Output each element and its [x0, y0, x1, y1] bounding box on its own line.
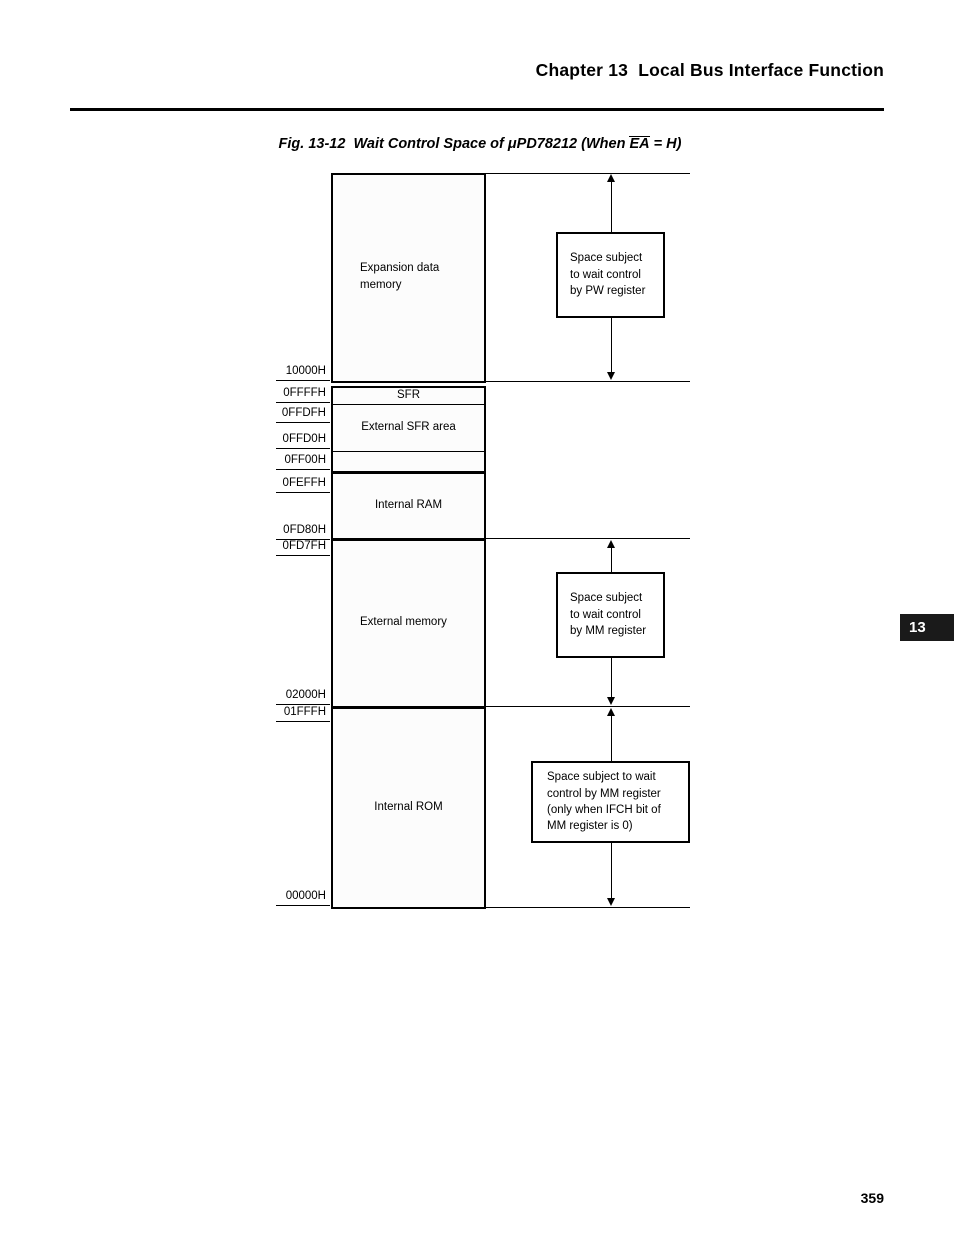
wait-arrow-head-down-1 [607, 697, 616, 705]
address-tick-0 [276, 380, 330, 381]
address-tick-7 [276, 555, 330, 556]
memory-block-5: External memory [333, 539, 484, 706]
memory-block-label-1: SFR [397, 388, 420, 401]
address-tick-4 [276, 469, 330, 470]
address-tick-3 [276, 448, 330, 449]
annotation-boundary-rule-0 [484, 173, 690, 174]
block-group-top-border-3 [330, 539, 487, 542]
page-number: 359 [860, 1190, 884, 1206]
memory-block-label-6: Internal ROM [374, 800, 443, 813]
block-group-bottom-border-0 [330, 381, 487, 384]
block-group-right-border-1 [484, 386, 487, 471]
address-label-2: 0FFDFH [281, 407, 326, 419]
block-group-top-border-0 [330, 173, 487, 176]
memory-block-1: SFR [333, 386, 484, 404]
memory-block-label-2: External SFR area [361, 421, 456, 434]
address-label-6: 0FD80H [283, 524, 326, 536]
block-group-left-border-3 [330, 539, 333, 706]
block-group-left-border-2 [330, 472, 333, 538]
block-group-right-border-2 [484, 472, 487, 538]
memory-block-0: Expansion data memory [333, 173, 484, 381]
address-label-1: 0FFFFH [283, 387, 326, 399]
address-label-8: 02000H [285, 689, 326, 701]
block-group-bottom-border-4 [330, 907, 487, 910]
wait-arrow-head-down-2 [607, 898, 616, 906]
memory-block-label-5: External memory [360, 616, 447, 629]
chapter-tab-label: 13 [909, 619, 926, 636]
wait-annotation-box-2: Space subject to wait control by MM regi… [531, 761, 690, 843]
address-tick-5 [276, 492, 330, 493]
address-label-10: 00000H [285, 890, 326, 902]
address-label-4: 0FF00H [284, 454, 326, 466]
address-label-0: 10000H [285, 365, 326, 377]
address-label-9: 01FFFH [283, 706, 326, 718]
wait-arrow-head-up-0 [607, 174, 616, 182]
address-tick-8 [276, 704, 330, 705]
memory-block-3 [333, 451, 484, 471]
sfr-internal-divider-1 [333, 451, 484, 452]
sfr-internal-divider-0 [333, 404, 484, 405]
block-group-top-border-1 [330, 386, 487, 389]
annotation-boundary-rule-4 [484, 907, 690, 908]
annotation-boundary-rule-3 [484, 706, 690, 707]
block-group-right-border-0 [484, 173, 487, 381]
block-group-left-border-1 [330, 386, 333, 471]
address-tick-2 [276, 422, 330, 423]
wait-annotation-box-1: Space subject to wait control by MM regi… [556, 572, 665, 658]
block-group-right-border-3 [484, 539, 487, 706]
memory-block-label-4: Internal RAM [374, 498, 443, 511]
memory-map-diagram: 10000H 0FFFFH 0FFDFH 0FFD0H 0FF00H 0FEFFH 0FD8… [0, 0, 954, 1235]
block-group-left-border-0 [330, 173, 333, 381]
address-label-5: 0FEFFH [282, 477, 326, 489]
wait-arrow-head-down-0 [607, 372, 616, 380]
wait-annotation-box-0: Space subject to wait control by PW regi… [556, 232, 665, 318]
memory-block-4: Internal RAM [333, 472, 484, 538]
address-label-7: 0FD7FH [282, 540, 326, 552]
annotation-boundary-rule-2 [484, 538, 690, 539]
wait-arrow-head-up-1 [607, 540, 616, 548]
address-tick-10 [276, 905, 330, 906]
address-label-3: 0FFD0H [282, 433, 326, 445]
annotation-boundary-rule-1 [484, 381, 690, 382]
address-tick-9 [276, 721, 330, 722]
address-tick-1 [276, 402, 330, 403]
chapter-thumb-tab: 13 [900, 614, 954, 641]
block-group-left-border-4 [330, 707, 333, 907]
memory-block-label-0: Expansion data memory [360, 262, 440, 291]
block-group-top-border-4 [330, 707, 487, 710]
wait-arrow-head-up-2 [607, 708, 616, 716]
block-group-top-border-2 [330, 472, 487, 475]
memory-block-6: Internal ROM [333, 707, 484, 907]
block-group-right-border-4 [484, 707, 487, 907]
memory-block-2: External SFR area [333, 404, 484, 451]
